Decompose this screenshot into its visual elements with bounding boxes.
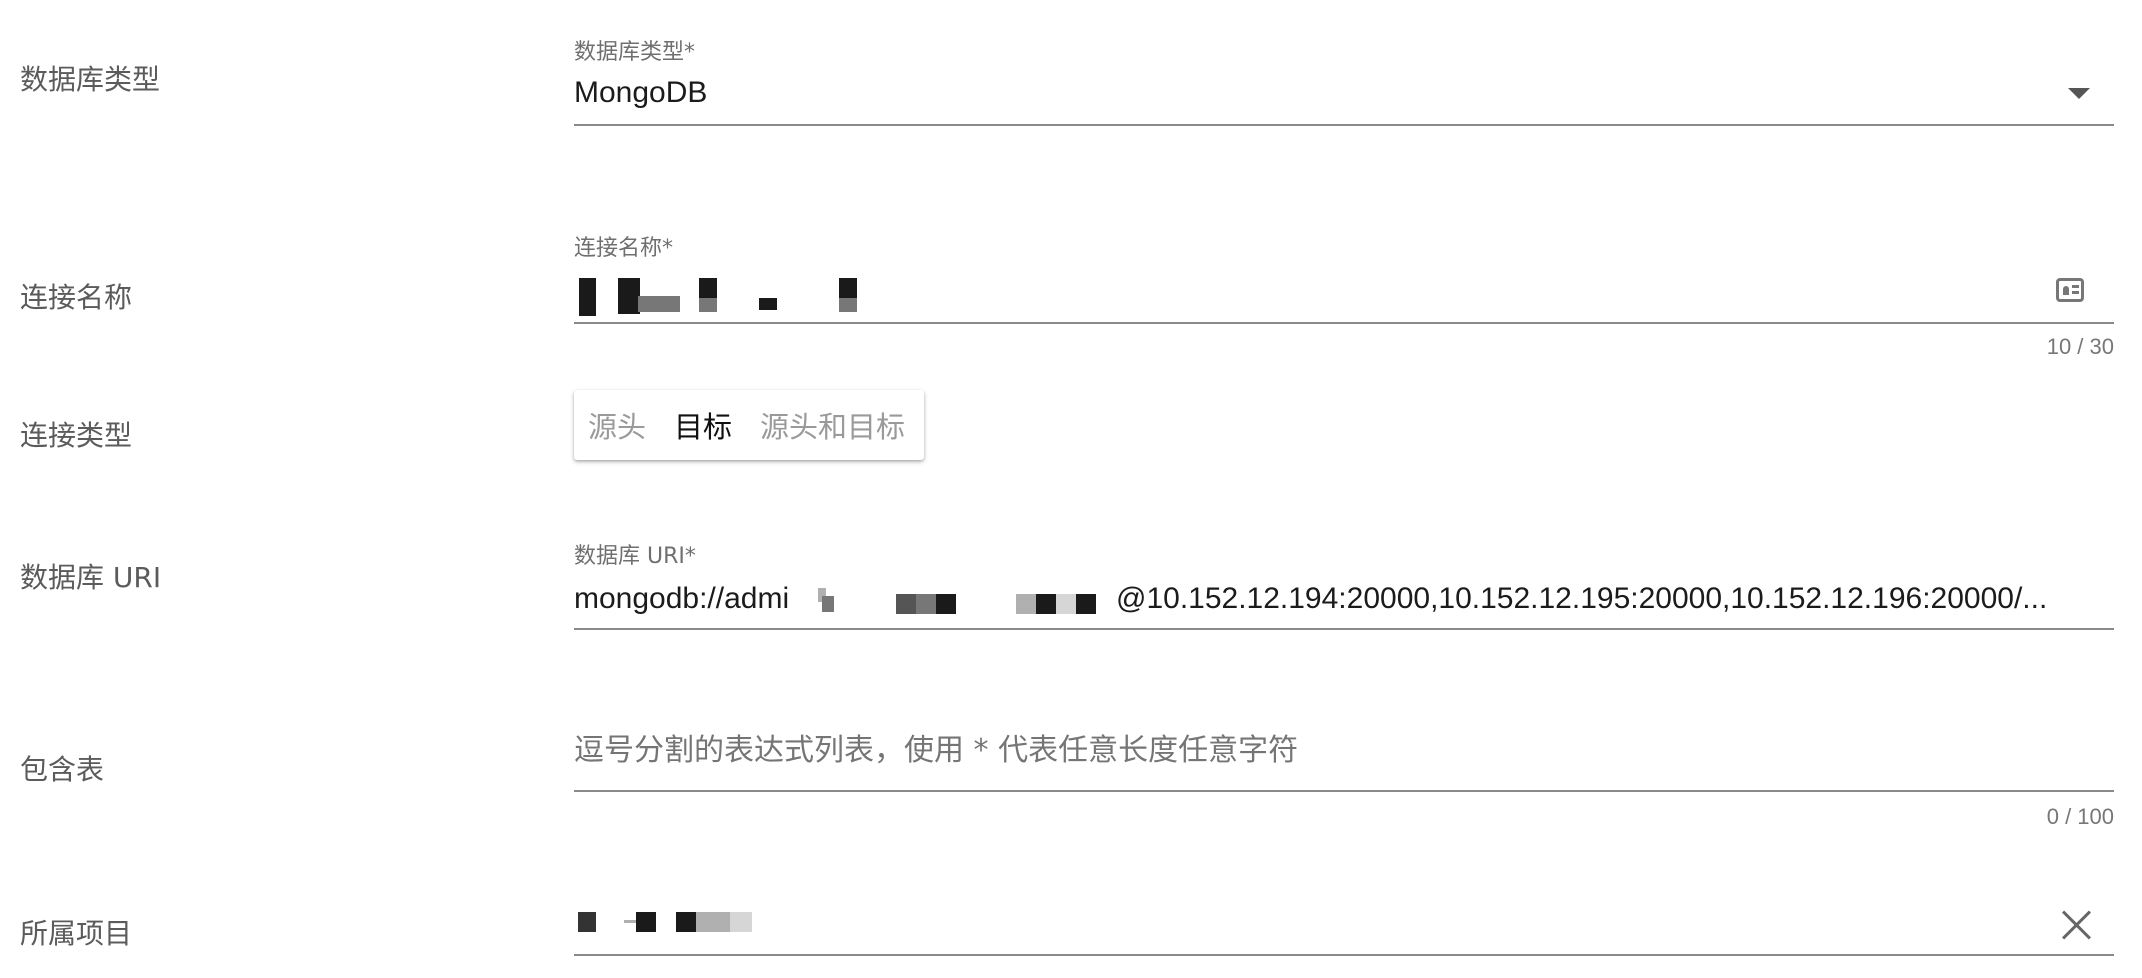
db-uri-input[interactable]: 数据库 URI* mongodb://admi @10.152.12.194:2…: [574, 538, 2114, 630]
db-type-label: 数据库类型: [20, 63, 161, 96]
db-type-select[interactable]: 数据库类型* MongoDB: [574, 34, 2114, 126]
conn-type-label: 连接类型: [20, 419, 133, 452]
project-redacted-value: [574, 912, 774, 934]
include-tables-field: 0 / 100: [574, 724, 2114, 834]
conn-type-option-source-and-target[interactable]: 源头和目标: [746, 404, 919, 446]
db-uri-value: mongodb://admi @10.152.12.194:20000,10.1…: [574, 582, 2114, 622]
project-select[interactable]: [574, 898, 2114, 956]
include-tables-counter: 0 / 100: [2046, 804, 2114, 829]
db-uri-underline: [574, 628, 2114, 630]
db-type-underline: [574, 124, 2114, 126]
conn-name-input[interactable]: 连接名称* 10 / 30: [574, 230, 2114, 360]
id-card-icon[interactable]: [2056, 278, 2084, 302]
conn-type-toggle-group: 源头 目标 源头和目标: [574, 390, 924, 460]
conn-name-label: 连接名称: [20, 281, 133, 314]
db-uri-label: 数据库 URI: [20, 561, 162, 594]
db-uri-value-prefix: mongodb://admi: [574, 582, 790, 615]
db-uri-value-suffix: @10.152.12.194:20000,10.152.12.195:20000…: [1116, 582, 2048, 615]
close-icon[interactable]: [2060, 908, 2094, 942]
db-uri-float-label: 数据库 URI*: [574, 544, 696, 569]
db-type-float-label: 数据库类型*: [574, 40, 696, 65]
dropdown-arrow-icon[interactable]: [2068, 88, 2090, 99]
conn-name-counter: 10 / 30: [2046, 334, 2114, 359]
conn-type-option-source[interactable]: 源头: [574, 404, 660, 446]
project-label: 所属项目: [20, 917, 133, 950]
include-tables-label: 包含表: [20, 753, 105, 786]
include-tables-input[interactable]: [574, 728, 2114, 772]
conn-type-option-target[interactable]: 目标: [660, 404, 746, 446]
project-underline: [574, 954, 2114, 956]
include-tables-underline: [574, 790, 2114, 792]
db-type-value: MongoDB: [574, 76, 708, 109]
conn-name-redacted-value: [574, 274, 857, 316]
conn-name-float-label: 连接名称*: [574, 236, 674, 261]
conn-name-underline: [574, 322, 2114, 324]
